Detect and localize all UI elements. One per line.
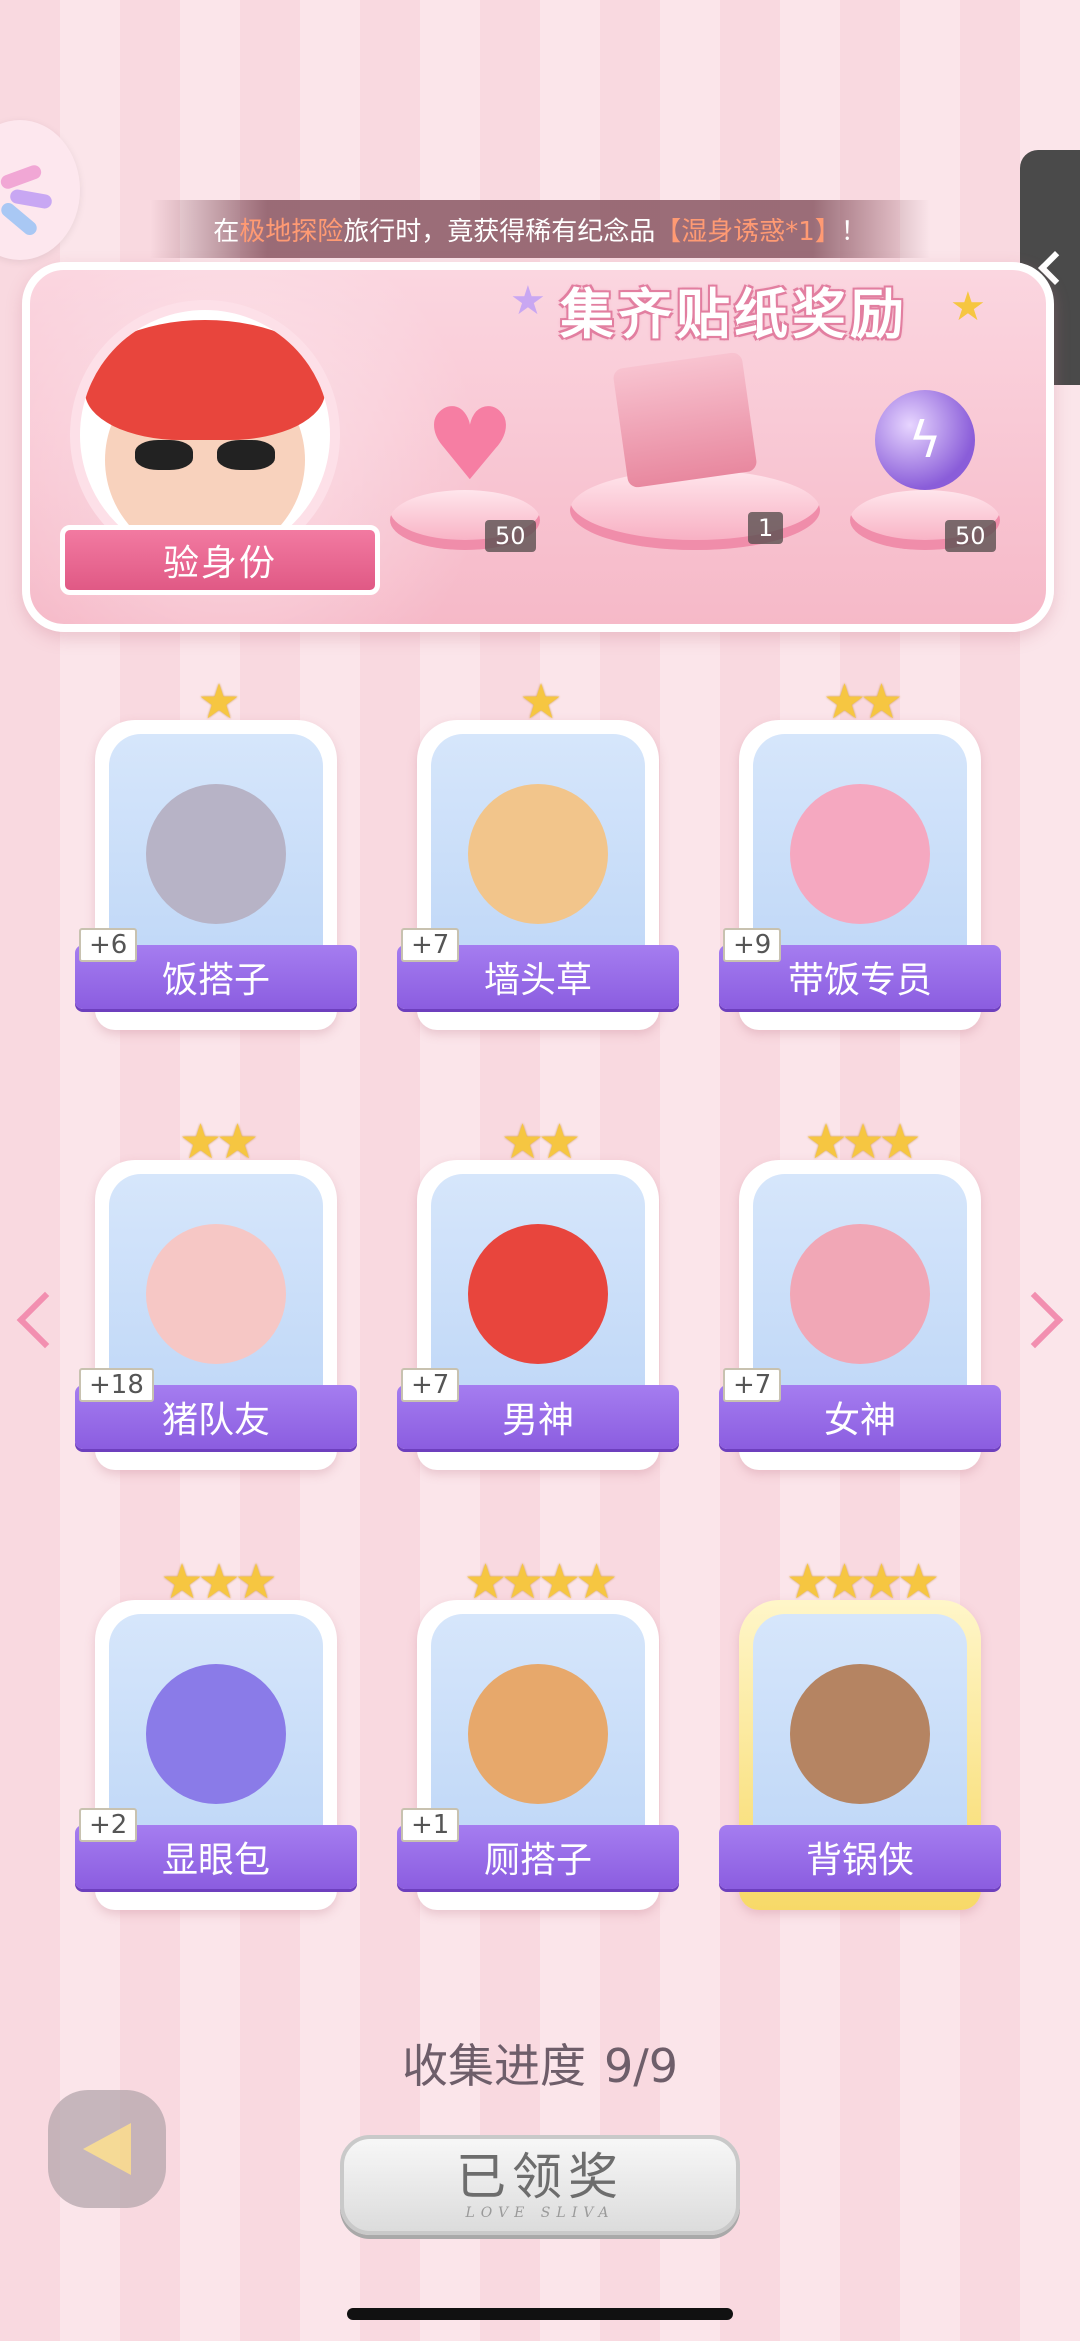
notice-place: 极地探险	[239, 216, 344, 247]
back-arrow-icon	[83, 2123, 131, 2175]
star-icon: ★	[510, 278, 546, 324]
sticker-card[interactable]: ★★ +18 猪队友	[75, 1114, 357, 1480]
star-rating: ★★	[178, 1114, 259, 1170]
reward-panel: ★ 集齐贴纸奖励 ★ 验身份 ♥ ϟ 50 1 50	[22, 262, 1054, 632]
claimed-button[interactable]: 已领奖 LOVE SLIVA	[340, 2135, 740, 2235]
count-badge: +18	[79, 1368, 154, 1402]
star-rating: ★★★★	[463, 1554, 618, 1610]
menu-bubble[interactable]	[0, 120, 80, 260]
claimed-label: 已领奖	[456, 2147, 624, 2206]
gift-box-icon[interactable]	[612, 351, 758, 489]
sticker-card[interactable]: ★ +7 墙头草	[397, 674, 679, 1040]
notice-item: 【湿身诱惑*1】	[655, 216, 841, 247]
sticker-card[interactable]: ★★★★ +1 厕搭子	[397, 1554, 679, 1920]
lightning-orb-icon[interactable]: ϟ	[875, 390, 975, 490]
verify-identity-button[interactable]: 验身份	[60, 525, 380, 595]
sticker-image	[753, 1614, 967, 1854]
star-rating: ★★	[500, 1114, 581, 1170]
petal-icon	[0, 163, 44, 191]
star-rating: ★	[197, 674, 240, 730]
reward-count: 1	[748, 512, 784, 544]
sticker-image	[431, 1174, 645, 1414]
sticker-image	[753, 1174, 967, 1414]
count-badge: +9	[723, 928, 782, 962]
prev-page-arrow-icon[interactable]	[16, 1291, 74, 1349]
star-rating: ★★★	[804, 1114, 921, 1170]
star-rating: ★★★★	[785, 1554, 940, 1610]
sticker-image	[109, 734, 323, 974]
sticker-card[interactable]: ★★★★ 背锅侠	[719, 1554, 1001, 1920]
sticker-card[interactable]: ★ +6 饭搭子	[75, 674, 357, 1040]
reward-title: 集齐贴纸奖励	[560, 283, 908, 346]
sticker-image	[109, 1614, 323, 1854]
count-badge: +6	[79, 928, 138, 962]
sticker-card[interactable]: ★★ +7 男神	[397, 1114, 679, 1480]
count-badge: +2	[79, 1808, 138, 1842]
claimed-sublabel: LOVE SLIVA	[465, 2204, 615, 2221]
sticker-image	[431, 1614, 645, 1854]
sticker-label: 背锅侠	[719, 1825, 1001, 1889]
progress-label: 收集进度	[401, 2039, 586, 2093]
star-icon: ★	[950, 284, 986, 330]
sticker-card[interactable]: ★★★ +7 女神	[719, 1114, 1001, 1480]
notice-banner: 在极地探险 旅行时，竟获得稀有纪念品 【湿身诱惑*1】！	[150, 200, 930, 258]
next-page-arrow-icon[interactable]	[1006, 1291, 1064, 1349]
star-rating: ★★	[822, 674, 903, 730]
star-rating: ★★★	[160, 1554, 277, 1610]
sticker-image	[431, 734, 645, 974]
back-button[interactable]	[48, 2090, 166, 2208]
sticker-card[interactable]: ★★★ +2 显眼包	[75, 1554, 357, 1920]
sticker-image	[753, 734, 967, 974]
progress-count: 9/9	[603, 2039, 679, 2093]
count-badge: +1	[401, 1808, 460, 1842]
home-indicator[interactable]	[347, 2308, 733, 2320]
sticker-card[interactable]: ★★ +9 带饭专员	[719, 674, 1001, 1040]
reward-count: 50	[485, 520, 536, 552]
count-badge: +7	[401, 1368, 460, 1402]
heart-gem-icon[interactable]: ♥	[415, 390, 525, 500]
count-badge: +7	[723, 1368, 782, 1402]
reward-count: 50	[945, 520, 996, 552]
collection-progress: 收集进度 9/9	[0, 2030, 1080, 2096]
star-rating: ★	[519, 674, 562, 730]
sticker-grid: ★ +6 饭搭子 ★ +7 墙头草 ★★ +9 带饭专员 ★★ +18 猪队友 …	[75, 674, 1001, 1970]
count-badge: +7	[401, 928, 460, 962]
